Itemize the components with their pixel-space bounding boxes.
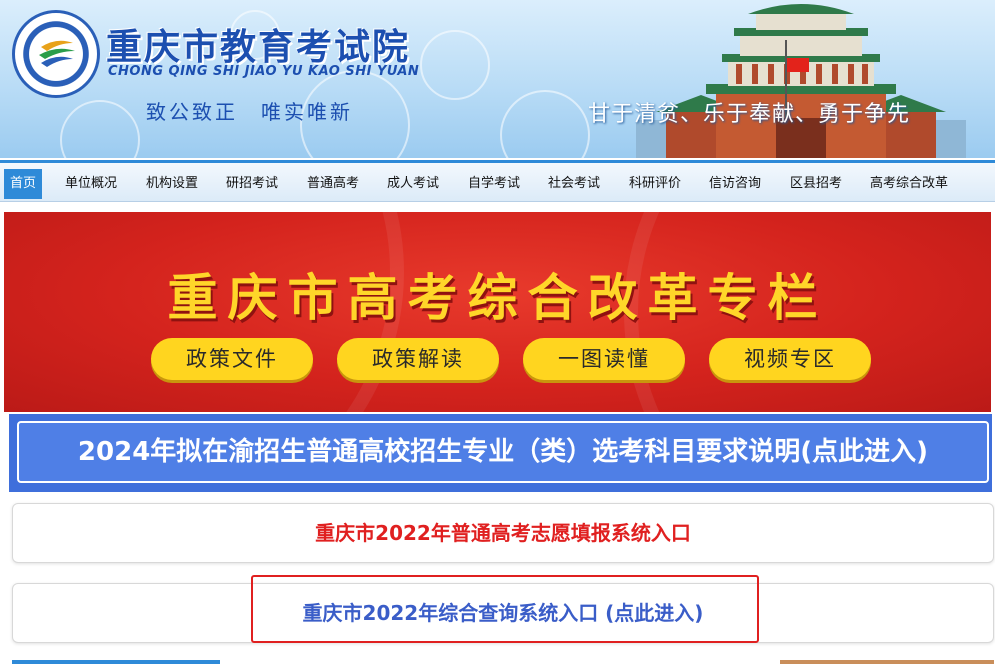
policy-documents-button[interactable]: 政策文件 xyxy=(151,338,313,380)
policy-interpretation-button[interactable]: 政策解读 xyxy=(337,338,499,380)
next-section-bar xyxy=(12,660,220,664)
nav-item-research[interactable]: 科研评价 xyxy=(623,169,687,199)
infographic-button[interactable]: 一图读懂 xyxy=(523,338,685,380)
logo-swoosh-icon xyxy=(39,40,75,67)
video-zone-button[interactable]: 视频专区 xyxy=(709,338,871,380)
nav-item-self-study-exam[interactable]: 自学考试 xyxy=(462,169,526,199)
great-hall-building-icon xyxy=(636,4,966,158)
subject-requirements-link[interactable]: 2024年拟在渝招生普通高校招生专业（类）选考科目要求说明(点此进入) xyxy=(17,421,989,483)
nav-item-gaokao-reform[interactable]: 高考综合改革 xyxy=(864,169,954,199)
nav-item-organization[interactable]: 机构设置 xyxy=(140,169,204,199)
nav-item-social-exam[interactable]: 社会考试 xyxy=(542,169,606,199)
nav-item-graduate-exam[interactable]: 研招考试 xyxy=(220,169,284,199)
site-header: 重庆市教育考试院 CHONG QING SHI JIAO YU KAO SHI … xyxy=(0,0,995,158)
notice-container: 2024年拟在渝招生普通高校招生专业（类）选考科目要求说明(点此进入) xyxy=(9,414,992,492)
decor-bubble xyxy=(420,30,490,100)
motto-right: 甘于清贫、乐于奉献、勇于争先 xyxy=(588,102,911,127)
site-title-english: CHONG QING SHI JIAO YU KAO SHI YUAN xyxy=(108,64,420,79)
next-section-thumbnail xyxy=(780,660,994,664)
nav-item-adult-exam[interactable]: 成人考试 xyxy=(381,169,445,199)
nav-item-district-enrollment[interactable]: 区县招考 xyxy=(784,169,848,199)
main-nav: 首页 单位概况 机构设置 研招考试 普通高考 成人考试 自学考试 社会考试 科研… xyxy=(0,160,995,202)
site-title[interactable]: 重庆市教育考试院 xyxy=(106,18,410,70)
nav-item-gaokao[interactable]: 普通高考 xyxy=(301,169,365,199)
nav-item-unit-overview[interactable]: 单位概况 xyxy=(59,169,123,199)
nav-item-home[interactable]: 首页 xyxy=(4,169,43,199)
volunteer-system-link[interactable]: 重庆市2022年普通高考志愿填报系统入口 xyxy=(12,503,994,563)
banner-title: 重庆市高考综合改革专栏 xyxy=(167,269,828,327)
institute-logo-icon[interactable] xyxy=(12,10,100,98)
reform-banner[interactable]: 重庆市高考综合改革专栏 政策文件 政策解读 一图读懂 视频专区 xyxy=(4,212,991,412)
motto-left: 致公致正 唯实唯新 xyxy=(146,100,353,124)
decor-bubble xyxy=(60,100,140,158)
highlight-box xyxy=(251,575,759,643)
decor-bubble xyxy=(500,90,590,158)
nav-item-petition[interactable]: 信访咨询 xyxy=(703,169,767,199)
